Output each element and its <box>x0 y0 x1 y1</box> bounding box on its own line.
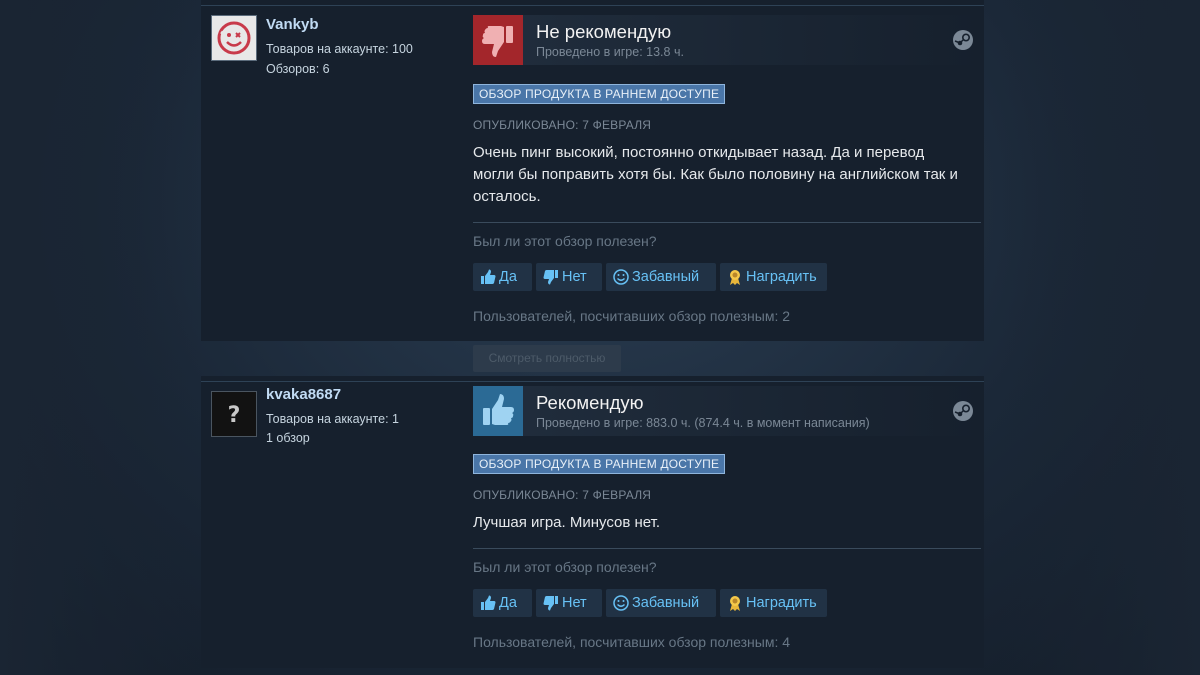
review-divider <box>201 381 984 382</box>
vote-funny-button[interactable]: Забавный <box>606 263 716 291</box>
verdict-title: Не рекомендую <box>536 21 672 42</box>
thumbs-up-icon <box>481 269 496 284</box>
thumbs-down-icon <box>543 596 558 611</box>
vote-yes-button[interactable]: Да <box>473 589 532 617</box>
vote-yes-label: Да <box>499 269 517 285</box>
separator <box>473 548 981 549</box>
steam-icon <box>953 401 973 421</box>
red-smiley-avatar-icon <box>217 21 251 55</box>
read-more-button[interactable]: Смотреть полностью <box>473 345 621 372</box>
thumbs-down-icon <box>473 15 523 65</box>
avatar[interactable]: ? <box>211 391 257 437</box>
award-button[interactable]: Наградить <box>720 589 827 617</box>
helpful-count: Пользователей, посчитавших обзор полезны… <box>473 308 791 324</box>
steam-icon <box>953 30 973 50</box>
page-backdrop-right <box>1000 0 1200 675</box>
question-mark-avatar-icon: ? <box>228 403 241 428</box>
early-access-badge: ОБЗОР ПРОДУКТА В РАННЕМ ДОСТУПЕ <box>473 454 726 474</box>
smiley-icon <box>613 269 629 285</box>
playtime: Проведено в игре: 883.0 ч. (874.4 ч. в м… <box>536 416 870 430</box>
helpful-question: Был ли этот обзор полезен? <box>473 233 657 249</box>
helpful-question: Был ли этот обзор полезен? <box>473 559 657 575</box>
vote-no-button[interactable]: Нет <box>536 263 602 291</box>
username[interactable]: Vankyb <box>266 16 319 33</box>
separator <box>473 222 981 223</box>
reviews-count[interactable]: Обзоров: 6 <box>266 62 330 76</box>
vote-funny-label: Забавный <box>632 269 700 285</box>
posted-date: ОПУБЛИКОВАНО: 7 ФЕВРАЛЯ <box>473 118 652 132</box>
review-divider <box>201 5 984 6</box>
award-button[interactable]: Наградить <box>720 263 827 291</box>
username[interactable]: kvaka8687 <box>266 386 341 403</box>
review-verdict-header[interactable]: Не рекомендую Проведено в игре: 13.8 ч. <box>473 15 981 65</box>
review-card: Vankyb Товаров на аккаунте: 100 Обзоров:… <box>201 0 984 341</box>
vote-yes-button[interactable]: Да <box>473 263 532 291</box>
vote-yes-label: Да <box>499 595 517 611</box>
award-label: Наградить <box>746 595 817 611</box>
posted-date: ОПУБЛИКОВАНО: 7 ФЕВРАЛЯ <box>473 488 652 502</box>
review-text: Лучшая игра. Минусов нет. <box>473 514 661 531</box>
products-count[interactable]: Товаров на аккаунте: 1 <box>266 412 399 426</box>
thumbs-up-icon <box>481 595 496 610</box>
helpful-count: Пользователей, посчитавших обзор полезны… <box>473 634 791 650</box>
verdict-title: Рекомендую <box>536 392 644 413</box>
vote-no-button[interactable]: Нет <box>536 589 602 617</box>
award-ribbon-icon <box>730 596 740 611</box>
page-backdrop-left <box>0 0 200 675</box>
reviews-count[interactable]: 1 обзор <box>266 431 310 445</box>
vote-no-label: Нет <box>562 595 587 611</box>
vote-no-label: Нет <box>562 269 587 285</box>
vote-funny-label: Забавный <box>632 595 700 611</box>
review-card: ? kvaka8687 Товаров на аккаунте: 1 1 обз… <box>201 376 984 668</box>
playtime: Проведено в игре: 13.8 ч. <box>536 45 684 59</box>
avatar[interactable] <box>211 15 257 61</box>
review-text: Очень пинг высокий, постоянно откидывает… <box>473 144 958 205</box>
products-count[interactable]: Товаров на аккаунте: 100 <box>266 42 413 56</box>
svg-text:?: ? <box>228 403 241 428</box>
smiley-icon <box>613 595 629 611</box>
review-verdict-header[interactable]: Рекомендую Проведено в игре: 883.0 ч. (8… <box>473 386 981 436</box>
early-access-badge: ОБЗОР ПРОДУКТА В РАННЕМ ДОСТУПЕ <box>473 84 726 104</box>
award-ribbon-icon <box>730 270 740 285</box>
award-label: Наградить <box>746 269 817 285</box>
thumbs-down-icon <box>543 270 558 285</box>
vote-funny-button[interactable]: Забавный <box>606 589 716 617</box>
thumbs-up-icon <box>473 386 523 436</box>
